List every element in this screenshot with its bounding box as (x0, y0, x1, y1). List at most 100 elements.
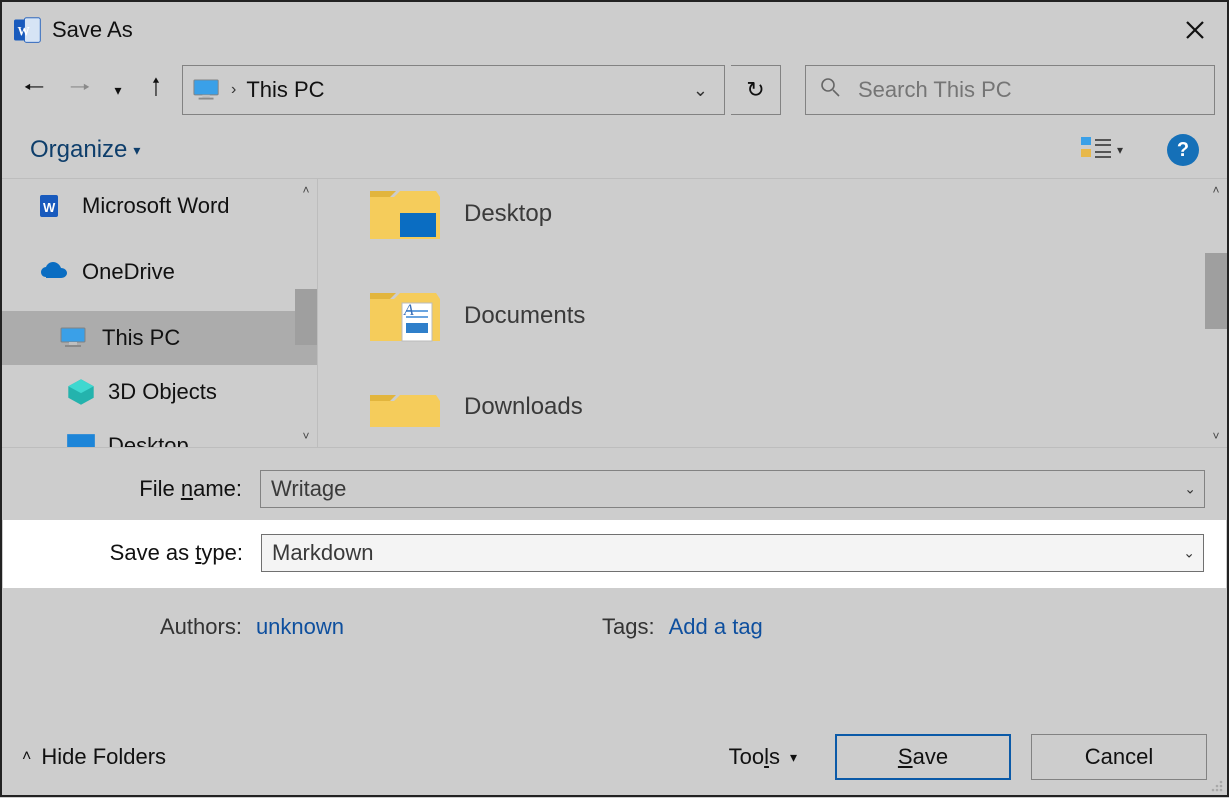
arrow-right-icon: 🠒 (70, 70, 91, 111)
file-name-value: Writage (271, 476, 346, 502)
file-name-label: File name: (14, 476, 250, 502)
chevron-down-icon: ˅ (302, 429, 309, 443)
content-scrollbar-thumb[interactable] (1205, 253, 1227, 329)
dialog-title: Save As (52, 17, 1175, 43)
address-bar[interactable]: › This PC ⌄ (182, 65, 725, 115)
svg-text:A: A (403, 302, 414, 319)
save-as-type-combobox[interactable]: Markdown ⌄ (261, 534, 1204, 572)
breadcrumb-this-pc[interactable]: This PC (246, 77, 324, 103)
cancel-label: Cancel (1085, 744, 1153, 770)
search-box[interactable] (805, 65, 1215, 115)
tree-item-desktop[interactable]: Desktop (2, 419, 317, 447)
chevron-down-icon: ⌄ (693, 80, 708, 100)
folder-label: Desktop (464, 200, 552, 228)
folder-desktop[interactable]: Desktop (318, 179, 1227, 275)
onedrive-icon (40, 259, 70, 285)
tree-item-this-pc[interactable]: This PC (2, 311, 317, 365)
tags-value[interactable]: Add a tag (669, 614, 763, 640)
content-scroll-down[interactable]: ˅ (1205, 425, 1227, 447)
save-as-type-label: Save as type: (15, 540, 251, 566)
caret-down-icon: ▾ (1117, 143, 1123, 157)
chevron-down-icon[interactable]: ⌄ (1183, 545, 1195, 562)
address-dropdown[interactable]: ⌄ (683, 80, 718, 101)
chevron-up-icon: ˄ (22, 748, 31, 766)
help-button[interactable]: ? (1167, 134, 1199, 166)
tools-menu[interactable]: Tools ▾ (729, 744, 797, 770)
authors-label: Authors: (160, 614, 242, 640)
history-dropdown[interactable]: ▾ (106, 70, 130, 110)
title-bar: W Save As (2, 2, 1227, 58)
refresh-icon: ↻ (746, 77, 764, 103)
tree-scroll-down[interactable]: ˅ (295, 425, 317, 447)
folder-desktop-icon (366, 183, 444, 245)
word-app-icon: W (14, 16, 42, 44)
authors-value[interactable]: unknown (256, 614, 344, 640)
bottom-bar: ˄ Hide Folders Tools ▾ Save Cancel (2, 719, 1227, 795)
arrow-left-icon: 🠐 (24, 70, 45, 111)
tree-item-microsoft-word[interactable]: W Microsoft Word (2, 179, 317, 233)
folder-content: ˄ Desktop A Documents Downloads ˅ (318, 179, 1227, 447)
folder-documents-icon: A (366, 285, 444, 347)
tools-label: Tools (729, 744, 780, 770)
forward-button[interactable]: 🠒 (60, 70, 100, 110)
chevron-down-icon[interactable]: ⌄ (1184, 481, 1196, 498)
tags-label: Tags: (602, 614, 655, 640)
chevron-down-icon: ▾ (114, 82, 121, 99)
save-as-dialog: W Save As 🠐 🠒 ▾ 🠑 › This PC ⌄ ↻ (0, 0, 1229, 797)
hide-folders-button[interactable]: ˄ Hide Folders (22, 744, 166, 770)
form-area: File name: Writage ⌄ Save as type: Markd… (2, 448, 1227, 719)
chevron-up-icon: ˄ (1212, 183, 1219, 197)
organize-label: Organize (30, 136, 127, 164)
tree-scroll-up[interactable]: ˄ (295, 179, 317, 201)
3d-objects-icon (66, 379, 96, 405)
tree-item-label: Desktop (108, 433, 189, 447)
toolbar-row: Organize ▾ ▾ ? (2, 122, 1227, 178)
chevron-down-icon: ˅ (1212, 429, 1219, 443)
file-name-combobox[interactable]: Writage ⌄ (260, 470, 1205, 508)
close-icon (1185, 20, 1205, 40)
navigation-tree: ˄ W Microsoft Word OneDrive This PC 3D O… (2, 179, 318, 447)
cancel-button[interactable]: Cancel (1031, 734, 1207, 780)
tree-item-3d-objects[interactable]: 3D Objects (2, 365, 317, 419)
caret-down-icon: ▾ (133, 142, 140, 159)
tree-item-onedrive[interactable]: OneDrive (2, 245, 317, 299)
arrow-up-icon: 🠑 (152, 70, 161, 111)
save-as-type-row: Save as type: Markdown ⌄ (3, 520, 1226, 588)
svg-text:W: W (43, 200, 56, 215)
organize-menu[interactable]: Organize ▾ (30, 136, 140, 164)
breadcrumb-separator-icon: › (231, 81, 236, 99)
refresh-button[interactable]: ↻ (731, 65, 781, 115)
tree-item-label: Microsoft Word (82, 193, 230, 219)
up-button[interactable]: 🠑 (136, 70, 176, 110)
save-button[interactable]: Save (835, 734, 1011, 780)
view-options-icon (1081, 135, 1111, 165)
search-icon (820, 77, 840, 103)
question-icon: ? (1177, 139, 1189, 162)
search-input[interactable] (856, 76, 1200, 104)
tree-item-label: OneDrive (82, 259, 175, 285)
close-button[interactable] (1175, 10, 1215, 50)
chevron-up-icon: ˄ (302, 183, 309, 197)
tree-item-label: This PC (102, 325, 180, 351)
file-name-row: File name: Writage ⌄ (14, 466, 1215, 512)
metadata-row: Authors: unknown Tags: Add a tag (14, 614, 1215, 640)
caret-down-icon: ▾ (790, 749, 797, 766)
folder-label: Documents (464, 302, 585, 330)
this-pc-icon (60, 325, 90, 351)
tree-item-label: 3D Objects (108, 379, 217, 405)
content-scroll-up[interactable]: ˄ (1205, 179, 1227, 201)
main-panel: ˄ W Microsoft Word OneDrive This PC 3D O… (2, 178, 1227, 448)
this-pc-icon (193, 79, 221, 101)
word-icon: W (40, 193, 70, 219)
folder-documents[interactable]: A Documents (318, 275, 1227, 377)
resize-grip-icon[interactable] (1207, 775, 1223, 791)
save-as-type-value: Markdown (272, 540, 373, 566)
view-options-button[interactable]: ▾ (1075, 131, 1129, 169)
folder-downloads-icon (366, 387, 444, 427)
navigation-row: 🠐 🠒 ▾ 🠑 › This PC ⌄ ↻ (2, 58, 1227, 122)
svg-text:W: W (18, 24, 31, 38)
tree-scrollbar-thumb[interactable] (295, 289, 317, 345)
folder-label: Downloads (464, 393, 583, 421)
folder-downloads[interactable]: Downloads (318, 377, 1227, 427)
back-button[interactable]: 🠐 (14, 70, 54, 110)
